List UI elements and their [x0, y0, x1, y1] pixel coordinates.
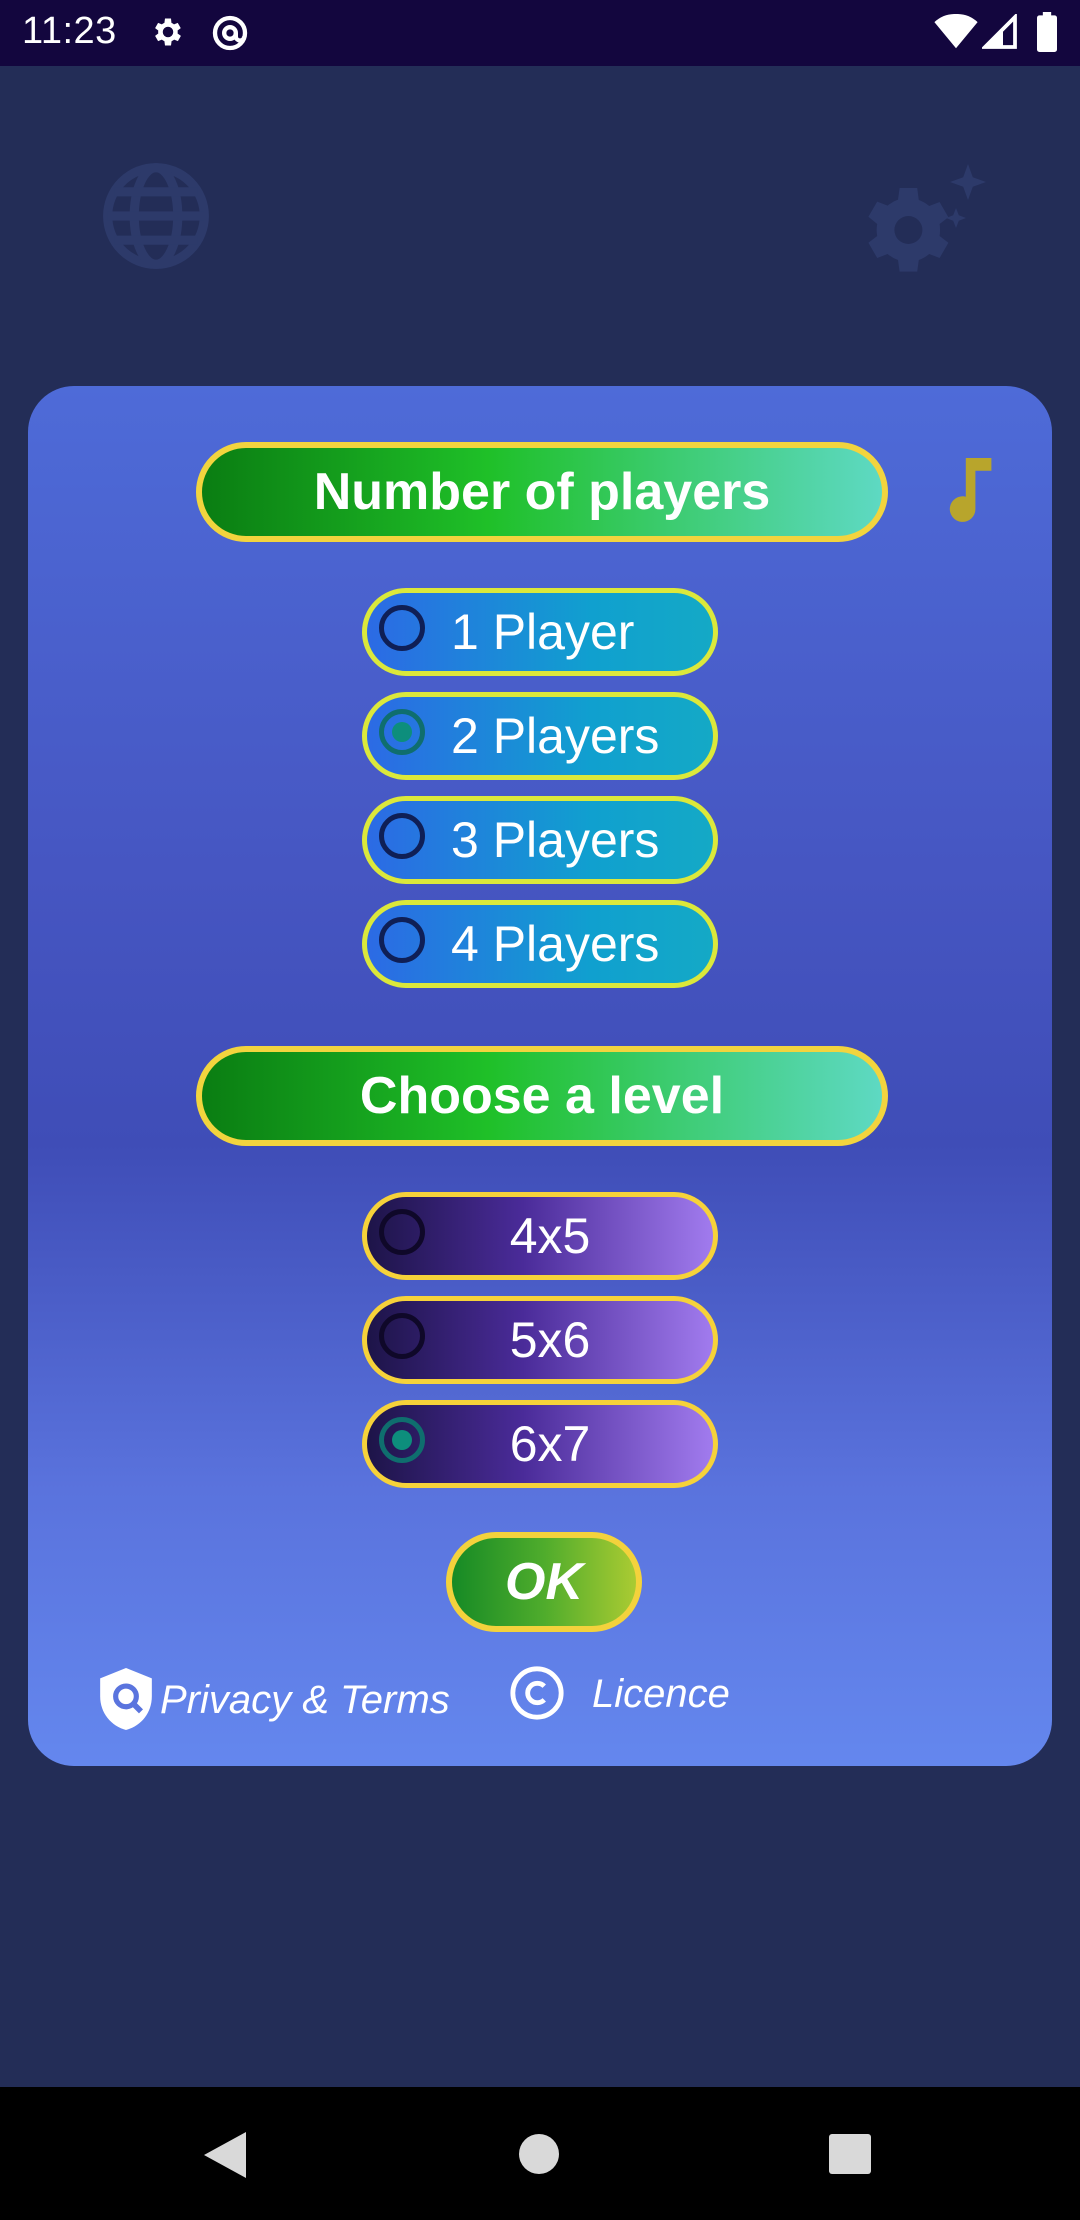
- radio-button[interactable]: [379, 605, 425, 651]
- recents-icon[interactable]: [829, 2134, 871, 2179]
- signal-icon: [980, 12, 1018, 55]
- shield-icon: [100, 1668, 152, 1735]
- player-option-label: 2 Players: [451, 708, 660, 764]
- gear-sparkle-icon[interactable]: [860, 160, 988, 285]
- navigation-bar: [0, 2087, 1080, 2220]
- player-option-2[interactable]: 2 Players: [362, 692, 718, 780]
- at-sign-icon: [210, 13, 250, 58]
- battery-icon: [1036, 12, 1058, 57]
- players-header-label: Number of players: [313, 463, 771, 521]
- music-note-icon[interactable]: [946, 458, 992, 527]
- player-option-1[interactable]: 1 Player: [362, 588, 718, 676]
- wifi-icon: [934, 13, 978, 55]
- licence-label: Licence: [592, 1672, 730, 1716]
- ok-button[interactable]: OK: [446, 1532, 642, 1632]
- radio-button-selected[interactable]: [379, 709, 425, 755]
- player-option-label: 3 Players: [451, 812, 660, 868]
- level-header: Choose a level: [196, 1046, 888, 1146]
- player-option-4[interactable]: 4 Players: [362, 900, 718, 988]
- level-header-label: Choose a level: [359, 1067, 725, 1125]
- player-option-label: 1 Player: [451, 604, 635, 660]
- back-icon[interactable]: [204, 2132, 246, 2183]
- globe-icon[interactable]: [98, 158, 214, 279]
- level-option-label: 5x6: [509, 1312, 591, 1368]
- player-option-3[interactable]: 3 Players: [362, 796, 718, 884]
- level-option-4x5[interactable]: 4x5: [362, 1192, 718, 1280]
- level-option-label: 4x5: [509, 1208, 591, 1264]
- ok-button-label: OK: [505, 1553, 583, 1611]
- level-option-6x7[interactable]: 6x7: [362, 1400, 718, 1488]
- radio-button[interactable]: [379, 917, 425, 963]
- radio-button[interactable]: [379, 813, 425, 859]
- status-bar: 11:23: [0, 0, 1080, 66]
- status-time: 11:23: [22, 10, 117, 52]
- players-header: Number of players: [196, 442, 888, 542]
- copyright-icon: [508, 1664, 566, 1727]
- home-icon[interactable]: [518, 2133, 560, 2180]
- settings-dialog: Number of players 1 Player 2 Players 3 P…: [28, 386, 1052, 1766]
- level-option-5x6[interactable]: 5x6: [362, 1296, 718, 1384]
- privacy-label: Privacy & Terms: [160, 1678, 450, 1722]
- settings-icon: [150, 14, 186, 55]
- level-option-label: 6x7: [509, 1416, 591, 1472]
- player-option-label: 4 Players: [451, 916, 660, 972]
